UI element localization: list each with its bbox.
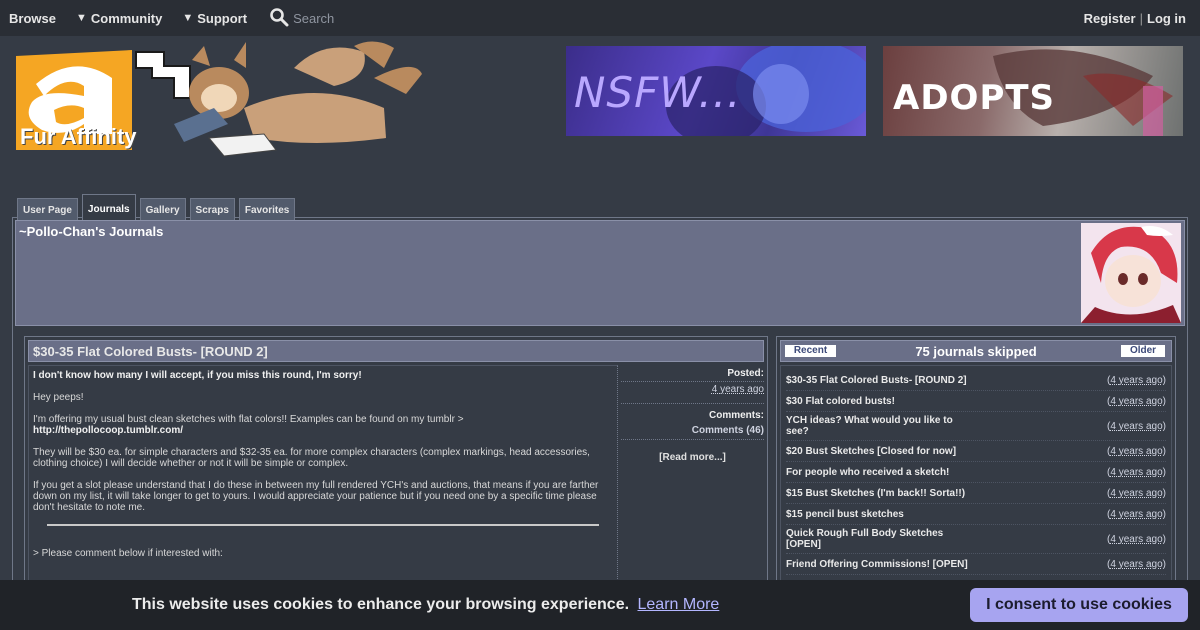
list-item: For people who received a sketch! (4 year… xyxy=(786,462,1166,483)
nav-community[interactable]: ▼ Community xyxy=(66,0,172,36)
journal-entry: $30-35 Flat Colored Busts- [ROUND 2] I d… xyxy=(24,336,768,586)
tab-favorites[interactable]: Favorites xyxy=(238,198,296,222)
read-more-link[interactable]: [Read more...] xyxy=(621,452,764,463)
caret-down-icon: ▼ xyxy=(182,12,194,24)
banner-ad-nsfw[interactable]: NSFW... xyxy=(566,46,866,136)
search-icon[interactable] xyxy=(269,7,289,30)
logo-text: Fur Affinity xyxy=(20,124,137,149)
nav-community-label: Community xyxy=(90,10,163,26)
avatar[interactable] xyxy=(1081,223,1181,323)
top-nav: Browse ▼Community ▼Support Register|Log … xyxy=(0,0,1200,36)
journal-intro: I don't know how many I will accept, if … xyxy=(33,370,362,381)
auth-links: Register | Log in xyxy=(1084,11,1186,26)
search-box xyxy=(269,7,434,30)
journal-slot: If you get a slot please understand that… xyxy=(33,480,599,513)
journal-link[interactable]: YCH ideas? What would you like to see? xyxy=(786,415,971,437)
journal-link[interactable]: For people who received a sketch! xyxy=(786,467,971,478)
ad-text: NSFW... xyxy=(574,68,742,117)
journals-header: ~Pollo-Chan's Journals xyxy=(15,220,1185,326)
journal-title[interactable]: $30-35 Flat Colored Busts- [ROUND 2] xyxy=(28,340,764,362)
posted-date: 4 years ago xyxy=(621,384,764,404)
list-item: Friend Offering Commissions! [OPEN] (4 ye… xyxy=(786,554,1166,575)
cookie-text: This website uses cookies to enhance you… xyxy=(132,596,630,613)
tab-journals[interactable]: Journals xyxy=(81,194,136,222)
journal-link[interactable]: $30 Flat colored busts! xyxy=(786,396,971,407)
journal-list-panel: Recent 75 journals skipped Older $30-35 … xyxy=(776,336,1176,586)
nav-support[interactable]: ▼ Support xyxy=(172,0,257,36)
nav-browse-label: Browse xyxy=(9,10,56,26)
tab-scraps[interactable]: Scraps xyxy=(189,198,235,222)
journal-age: (4 years ago) xyxy=(1107,558,1166,570)
banner-ad-adopts[interactable]: ADOPTS xyxy=(883,46,1183,136)
cookie-message: This website uses cookies to enhance you… xyxy=(132,596,719,614)
list-item: $30-35 Flat Colored Busts- [ROUND 2] (4 y… xyxy=(786,370,1166,391)
profile-tabs: User Page Journals Gallery Scraps Favori… xyxy=(17,194,296,222)
list-item: $15 pencil bust sketches (4 years ago) xyxy=(786,504,1166,525)
journal-age: (4 years ago) xyxy=(1107,395,1166,407)
journal-age: (4 years ago) xyxy=(1107,420,1166,432)
nav-support-label: Support xyxy=(197,10,248,26)
journal-age: (4 years ago) xyxy=(1107,487,1166,499)
comments-label: Comments: xyxy=(708,410,764,421)
page-title: ~Pollo-Chan's Journals xyxy=(19,224,164,239)
consent-button[interactable]: I consent to use cookies xyxy=(970,588,1188,622)
auth-separator: | xyxy=(1139,10,1143,26)
older-button[interactable]: Older xyxy=(1121,345,1165,357)
nav-browse[interactable]: Browse xyxy=(0,0,66,36)
journal-age: (4 years ago) xyxy=(1107,374,1166,386)
site-logo[interactable]: Fur Affinity xyxy=(14,38,424,160)
avatar-image xyxy=(1081,223,1181,323)
journal-comment: > Please comment below if interested wit… xyxy=(33,548,223,559)
list-item: Quick Rough Full Body Sketches [OPEN] (4 … xyxy=(786,525,1166,554)
caret-down-icon: ▼ xyxy=(75,12,87,24)
journal-age: (4 years ago) xyxy=(1107,445,1166,457)
journal-greeting: Hey peeps! xyxy=(33,392,84,403)
journals-skipped: 75 journals skipped xyxy=(915,344,1037,359)
journal-link[interactable]: $15 Bust Sketches (I'm back!! Sorta!!) xyxy=(786,488,971,499)
list-item: $15 Bust Sketches (I'm back!! Sorta!!) (4… xyxy=(786,483,1166,504)
posted-label: Posted: xyxy=(621,368,764,382)
journal-link[interactable]: $20 Bust Sketches [Closed for now] xyxy=(786,446,971,457)
ad-text: ADOPTS xyxy=(893,78,1056,118)
journal-link[interactable]: Quick Rough Full Body Sketches [OPEN] xyxy=(786,528,971,550)
journal-body: I don't know how many I will accept, if … xyxy=(28,365,618,585)
journal-age: (4 years ago) xyxy=(1107,533,1166,545)
divider xyxy=(47,524,599,526)
learn-more-link[interactable]: Learn More xyxy=(638,596,720,613)
journal-price: They will be $30 ea. for simple characte… xyxy=(33,447,590,469)
tab-user-page[interactable]: User Page xyxy=(17,198,78,222)
list-item: $30 Flat colored busts! (4 years ago) xyxy=(786,391,1166,412)
journal-offer: I'm offering my usual bust clean sketche… xyxy=(33,414,464,425)
journal-age: (4 years ago) xyxy=(1107,466,1166,478)
login-link[interactable]: Log in xyxy=(1147,11,1186,26)
journal-list-header: Recent 75 journals skipped Older xyxy=(780,340,1172,362)
tumblr-link[interactable]: http://thepollocoop.tumblr.com/ xyxy=(33,425,183,436)
list-item: YCH ideas? What would you like to see? (4… xyxy=(786,412,1166,441)
list-item: $20 Bust Sketches [Closed for now] (4 yea… xyxy=(786,441,1166,462)
register-link[interactable]: Register xyxy=(1084,11,1136,26)
journal-link[interactable]: $15 pencil bust sketches xyxy=(786,509,971,520)
journal-meta: Posted: 4 years ago Comments: Comments (… xyxy=(621,365,766,585)
cookie-banner: This website uses cookies to enhance you… xyxy=(0,580,1200,630)
journal-list: $30-35 Flat Colored Busts- [ROUND 2] (4 y… xyxy=(780,365,1172,585)
journal-age: (4 years ago) xyxy=(1107,508,1166,520)
journal-link[interactable]: $30-35 Flat Colored Busts- [ROUND 2] xyxy=(786,375,971,386)
tab-gallery[interactable]: Gallery xyxy=(139,198,186,222)
comments-link[interactable]: Comments (46) xyxy=(621,425,764,440)
search-input[interactable] xyxy=(293,10,434,26)
journal-link[interactable]: Friend Offering Commissions! [OPEN] xyxy=(786,559,971,570)
